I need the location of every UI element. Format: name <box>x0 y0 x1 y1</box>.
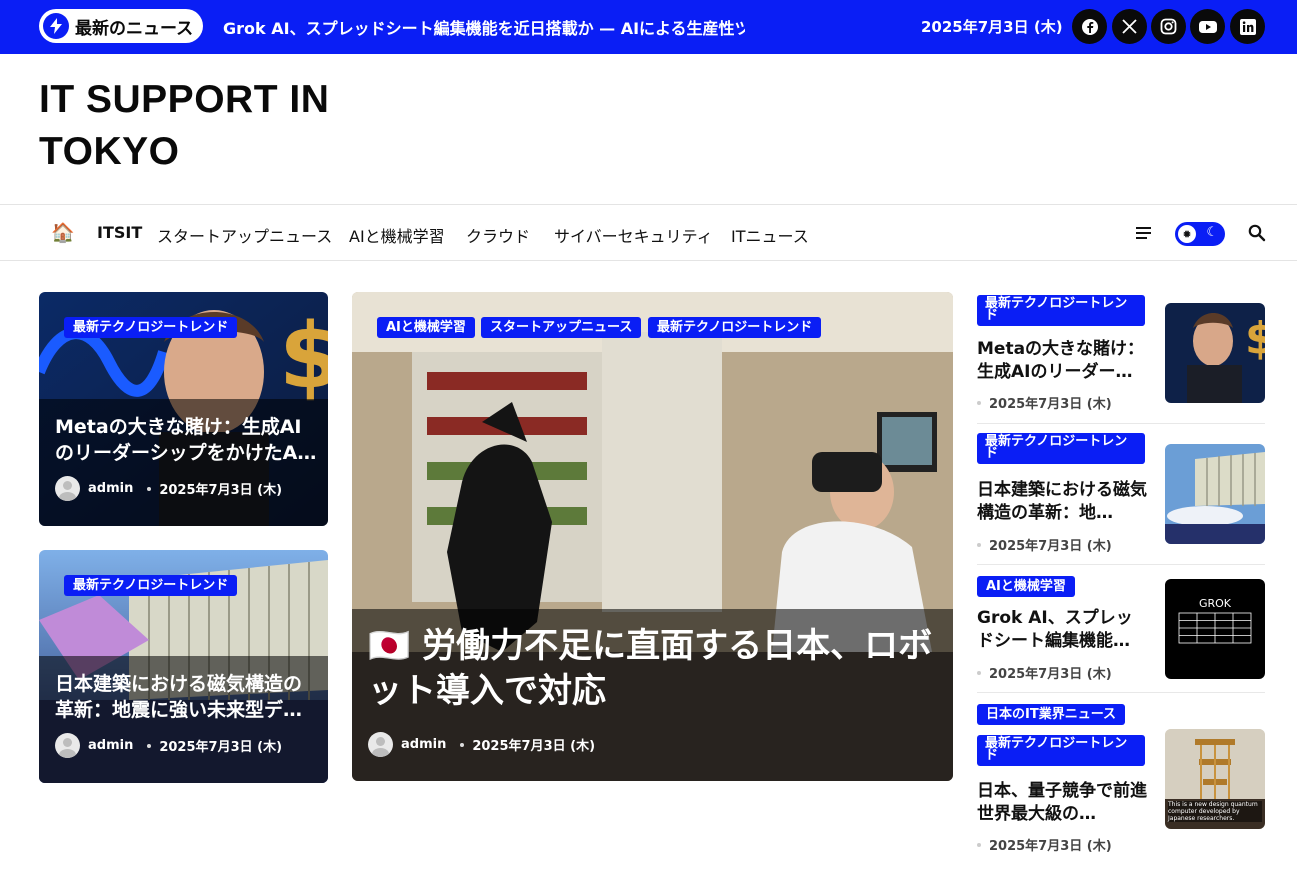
nav-item-cyber-security[interactable]: サイバーセキュリティ <box>554 223 713 247</box>
sun-icon: ✹ <box>1178 225 1196 243</box>
post-meta: admin 2025年7月3日 (木) <box>55 476 282 501</box>
sidebar-post-date: 2025年7月3日 (木) <box>977 663 1112 682</box>
post-author[interactable]: admin <box>88 738 133 753</box>
author-avatar <box>368 732 393 757</box>
x-icon[interactable] <box>1112 9 1147 44</box>
nav-item-ai-ml[interactable]: AIと機械学習 <box>349 223 445 247</box>
post-card-architecture[interactable]: 最新テクノロジートレンド 日本建築における磁気構造の革新：地震に強い未来型デ… … <box>39 550 328 783</box>
sidebar-post-tag[interactable]: AIと機械学習 <box>977 576 1075 597</box>
post-date: 2025年7月3日 (木) <box>159 483 283 498</box>
post-author[interactable]: admin <box>401 737 446 752</box>
facebook-icon[interactable] <box>1072 9 1107 44</box>
sidebar-post-date: 2025年7月3日 (木) <box>977 393 1112 412</box>
breaking-news-badge: 最新のニュース <box>39 9 203 43</box>
post-date: 2025年7月3日 (木) <box>159 740 283 755</box>
hamburger-menu-icon[interactable] <box>1136 227 1151 239</box>
sidebar-post-tag[interactable]: 最新テクノロジートレンド <box>977 295 1145 326</box>
linkedin-icon[interactable] <box>1230 9 1265 44</box>
sidebar-post-tag[interactable]: 最新テクノロジートレンド <box>977 433 1145 464</box>
nav-item-startup-news[interactable]: スタートアップニュース <box>157 223 332 247</box>
sidebar-post-date: 2025年7月3日 (木) <box>977 835 1112 854</box>
sidebar-post-tag-trend[interactable]: 最新テクノロジートレンド <box>977 735 1145 766</box>
nav-item-itsit[interactable]: ITSIT <box>97 223 142 242</box>
site-title-line-1: IT SUPPORT IN <box>39 78 330 121</box>
svg-text:$: $ <box>279 304 328 409</box>
sidebar-post-thumbnail[interactable] <box>1165 444 1265 544</box>
home-icon[interactable]: 🏠 <box>51 221 75 244</box>
post-card-meta[interactable]: $ 最新テクノロジートレンド Metaの大きな賭け：生成AIのリーダーシップをか… <box>39 292 328 526</box>
post-meta: admin 2025年7月3日 (木) <box>55 733 282 758</box>
post-category-tag[interactable]: 最新テクノロジートレンド <box>64 575 238 596</box>
post-meta: admin 2025年7月3日 (木) <box>368 732 595 757</box>
featured-post-title[interactable]: 🇯🇵 労働力不足に直面する日本、ロボット導入で対応 <box>368 624 940 714</box>
youtube-icon[interactable] <box>1190 9 1225 44</box>
sidebar-post-title[interactable]: 日本、量子競争で前進 世界最大級の… <box>977 780 1164 826</box>
post-title[interactable]: 日本建築における磁気構造の革新：地震に強い未来型デ… <box>55 671 317 723</box>
svg-text:$: $ <box>1245 313 1265 364</box>
site-title[interactable]: IT SUPPORT IN TOKYO <box>39 74 399 178</box>
site-title-line-2: TOKYO <box>39 130 180 173</box>
sidebar-post-date: 2025年7月3日 (木) <box>977 535 1112 554</box>
sidebar-post-title[interactable]: 日本建築における磁気構造の革新：地… <box>977 479 1147 525</box>
nav-item-cloud[interactable]: クラウド <box>466 223 530 247</box>
post-title[interactable]: Metaの大きな賭け：生成AIのリーダーシップをかけたA… <box>55 414 317 466</box>
sidebar-post-tag-japan-it[interactable]: 日本のIT業界ニュース <box>977 704 1126 725</box>
header-divider <box>0 204 1297 205</box>
top-bar: 最新のニュース Grok AI、スプレッドシート編集機能を近日搭載か — AIに… <box>0 0 1297 54</box>
post-category-tag-startup[interactable]: スタートアップニュース <box>481 317 642 338</box>
dark-mode-toggle[interactable]: ✹ ☾ <box>1175 222 1225 246</box>
main-nav: 🏠 ITSIT スタートアップニュース AIと機械学習 クラウド サイバーセキュ… <box>0 206 1297 260</box>
breaking-news-label: 最新のニュース <box>75 18 194 39</box>
featured-post-card[interactable]: AIと機械学習 スタートアップニュース 最新テクノロジートレンド 🇯🇵 労働力不… <box>352 292 953 781</box>
instagram-icon[interactable] <box>1151 9 1186 44</box>
sidebar-post-title[interactable]: Grok AI、スプレッドシート編集機能… <box>977 607 1147 653</box>
post-author[interactable]: admin <box>88 481 133 496</box>
author-avatar <box>55 476 80 501</box>
thumbnail-caption: This is a new design quantum computer de… <box>1168 801 1262 822</box>
moon-icon: ☾ <box>1206 225 1218 240</box>
news-ticker[interactable]: Grok AI、スプレッドシート編集機能を近日搭載か — AIによる生産性ツール <box>223 15 745 39</box>
post-category-tag[interactable]: 最新テクノロジートレンド <box>64 317 238 338</box>
nav-item-it-news[interactable]: ITニュース <box>731 223 809 247</box>
post-date: 2025年7月3日 (木) <box>472 739 596 754</box>
sidebar-post-thumbnail[interactable]: GROK <box>1165 579 1265 679</box>
lightning-icon <box>43 13 69 39</box>
search-icon[interactable] <box>1248 224 1266 246</box>
sidebar-post-thumbnail[interactable]: This is a new design quantum computer de… <box>1165 729 1265 829</box>
post-category-tag-ai[interactable]: AIと機械学習 <box>377 317 475 338</box>
sidebar-post-thumbnail[interactable]: $ <box>1165 303 1265 403</box>
author-avatar <box>55 733 80 758</box>
nav-divider <box>0 260 1297 261</box>
post-category-tag-trend[interactable]: 最新テクノロジートレンド <box>648 317 822 338</box>
header-date: 2025年7月3日 (木) <box>921 18 1063 36</box>
sidebar-post-title[interactable]: Metaの大きな賭け：生成AIのリーダー… <box>977 338 1147 384</box>
